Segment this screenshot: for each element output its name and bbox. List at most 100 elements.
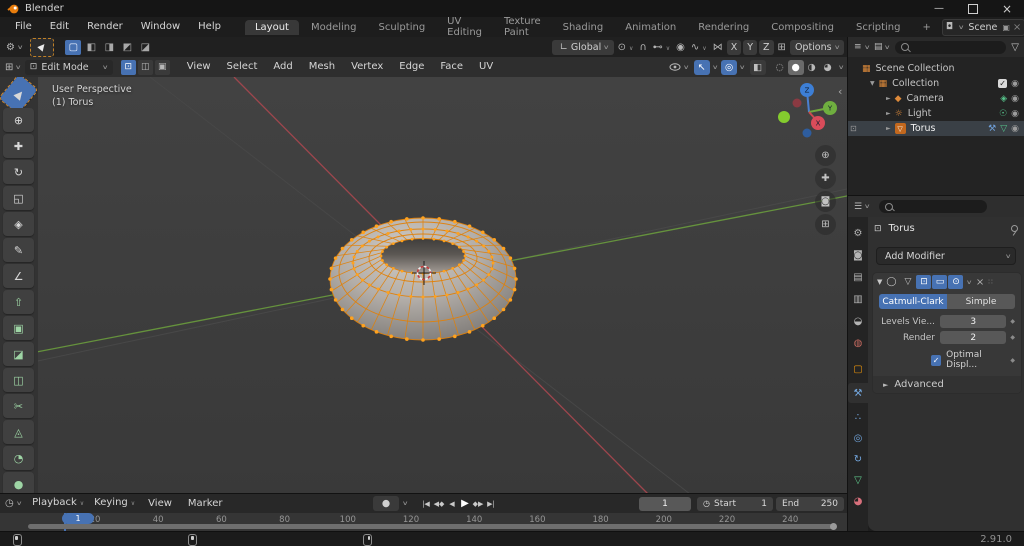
tab-physics[interactable]: ◎ (848, 428, 868, 448)
advanced-subpanel-label[interactable]: Advanced (894, 379, 943, 390)
close-button[interactable]: × (990, 0, 1024, 17)
viewport-menu-select[interactable]: Select (219, 57, 266, 77)
vertex-select-icon[interactable]: ⊡ (120, 59, 136, 75)
tab-output[interactable]: ▤ (848, 267, 868, 287)
options-dropdown[interactable]: Options ∨ (789, 39, 844, 55)
tab-scene[interactable]: ◒ (848, 311, 868, 331)
transform-orientation-dropdown[interactable]: ∟ Global ∨ (551, 39, 614, 55)
visibility-eye-icon[interactable]: ◉ (1011, 124, 1019, 134)
edge-select-icon[interactable]: ◫ (137, 59, 153, 75)
viewport-menu-edge[interactable]: Edge (391, 57, 432, 77)
frame-end-field[interactable]: End 250 (776, 496, 845, 511)
tab-material[interactable]: ◕ (848, 491, 868, 511)
tool-scale[interactable]: ◱ (3, 186, 34, 210)
overlays-toggle-icon[interactable]: ◎ (721, 59, 738, 75)
select-option-icon-1[interactable]: ◧ (83, 40, 99, 55)
expand-arrow-icon[interactable]: ▼ (877, 278, 882, 286)
workspace-tab-layout[interactable]: Layout (244, 19, 299, 35)
workspace-tab-shading[interactable]: Shading (553, 20, 614, 35)
animate-dot-icon[interactable]: ◆ (1010, 357, 1015, 364)
tab-constraints[interactable]: ↻ (848, 449, 868, 469)
menu-edit[interactable]: Edit (41, 17, 78, 37)
tool-extrude-region[interactable]: ⇧ (3, 290, 34, 314)
close-icon[interactable]: × (1013, 22, 1021, 33)
copy-icon[interactable]: ▣ (1002, 23, 1010, 32)
maximize-button[interactable] (956, 0, 990, 17)
workspace-tab-animation[interactable]: Animation (615, 20, 686, 35)
viewport-menu-face[interactable]: Face (432, 57, 471, 77)
xray-toggle-icon[interactable]: ◧ (749, 59, 766, 75)
timeline-menu-playback[interactable]: Playback ∨ (27, 493, 89, 514)
optimal-display-checkbox[interactable]: ✓ (931, 354, 942, 366)
expand-arrow-icon[interactable]: ► (886, 95, 891, 102)
visibility-eye-icon[interactable]: ◉ (1011, 79, 1019, 89)
keying-chevron-icon[interactable]: ∨ (402, 500, 409, 507)
zoom-icon[interactable]: ⊕ (815, 145, 836, 166)
timeline-menu-marker[interactable]: Marker (180, 494, 231, 514)
visibility-eye-icon[interactable]: ◉ (1011, 109, 1019, 119)
catmull-clark-button[interactable]: Catmull-Clark (879, 294, 947, 309)
outliner-row-light[interactable]: ► ☼ Light ☉ ◉ (848, 106, 1024, 121)
snap-target-icon[interactable]: ⊷ ∨ (650, 42, 673, 53)
properties-search-input[interactable] (879, 200, 988, 213)
jump-to-end-button[interactable]: ▶| (484, 497, 497, 511)
outliner-row-camera[interactable]: ► ◆ Camera ◈ ◉ (848, 91, 1024, 106)
render-toggle-icon[interactable]: ⊙ (948, 275, 964, 289)
outliner-editor-icon[interactable]: ≡ ∨ (854, 42, 870, 52)
properties-editor-icon[interactable]: ☰ ∨ (854, 202, 871, 212)
camera-view-icon[interactable]: ◙ (815, 191, 836, 212)
tool-spin[interactable]: ◔ (3, 446, 34, 470)
ortho-grid-icon[interactable]: ⊞ (815, 214, 836, 235)
sidebar-collapse-icon[interactable]: ‹ (838, 85, 842, 98)
tab-object[interactable]: ▢ (848, 359, 868, 379)
collection-checkbox[interactable]: ✓ (998, 79, 1008, 88)
workspace-tab-sculpting[interactable]: Sculpting (368, 20, 435, 35)
pan-hand-icon[interactable]: ✚ (815, 168, 836, 189)
mirror-z-button[interactable]: Z (759, 39, 774, 55)
tool-knife[interactable]: ✂ (3, 394, 34, 418)
pivot-point-icon[interactable]: ⊙ ∨ (615, 42, 637, 53)
play-button[interactable]: ▶ (458, 497, 471, 511)
region-divider[interactable] (0, 493, 848, 494)
expand-arrow-icon[interactable]: ► (886, 110, 891, 117)
region-divider[interactable] (847, 37, 848, 531)
mesh-data-icon[interactable]: ▽ (1000, 124, 1007, 134)
delete-modifier-icon[interactable]: × (976, 277, 984, 288)
tab-object-data[interactable]: ▽ (848, 470, 868, 490)
levels-viewport-field[interactable]: 3 (940, 315, 1007, 328)
filter-funnel-icon[interactable]: ▽ (1011, 42, 1019, 53)
next-keyframe-button[interactable]: ◆▶ (471, 497, 484, 511)
object-visibility-icon[interactable]: ∨ (669, 63, 690, 71)
pin-icon[interactable] (1011, 225, 1018, 232)
tab-particles[interactable]: ∴ (848, 407, 868, 427)
tab-modifiers[interactable]: ⚒ (848, 383, 868, 403)
levels-render-field[interactable]: 2 (940, 331, 1007, 344)
current-frame-field[interactable]: 1 (639, 496, 692, 511)
camera-data-icon[interactable]: ◈ (1000, 94, 1007, 104)
tool-loop-cut[interactable]: ◫ (3, 368, 34, 392)
edit-mode-toggle-icon[interactable]: ⊡ (916, 275, 932, 289)
auto-keying-record-icon[interactable]: ● (373, 496, 400, 511)
tool-transform[interactable]: ◈ (3, 212, 34, 236)
falloff-icon[interactable]: ∿ ∨ (688, 42, 710, 53)
outliner-display-mode-icon[interactable]: ▤ ∨ (874, 42, 891, 52)
viewport-3d[interactable]: ZYX ‹ User Perspective (1) Torus ⊕ ✚ ◙ ⊞ ▶ ⊕… (0, 77, 847, 494)
tab-view-layer[interactable]: ▥ (848, 289, 868, 309)
timeline-menu-keying[interactable]: Keying ∨ (89, 493, 140, 514)
light-data-icon[interactable]: ☉ (999, 109, 1007, 119)
drag-handle-icon[interactable]: ∷ (988, 278, 992, 286)
scrollbar-handle[interactable] (830, 523, 837, 530)
menu-file[interactable]: File (6, 17, 41, 37)
select-option-icon-2[interactable]: ◨ (101, 40, 117, 55)
tab-tool[interactable]: ⚙ (848, 223, 868, 243)
material-shading-icon[interactable]: ◑ (804, 60, 820, 75)
tab-world[interactable]: ◍ (848, 333, 868, 353)
play-reverse-button[interactable]: ◀ (445, 497, 458, 511)
timeline-editor-icon[interactable]: ◷ ∨ (5, 498, 22, 509)
workspace-tab-compositing[interactable]: Compositing (761, 20, 844, 35)
menu-render[interactable]: Render (78, 17, 132, 37)
frame-start-field[interactable]: ◷ Start 1 (697, 496, 774, 511)
editor-type-tool-icon[interactable]: ⚙ ∨ (6, 42, 23, 53)
workspace-tab-modeling[interactable]: Modeling (301, 20, 367, 35)
outliner-row-collection[interactable]: ▼ ▦ Collection ✓ ◉ (848, 76, 1024, 91)
